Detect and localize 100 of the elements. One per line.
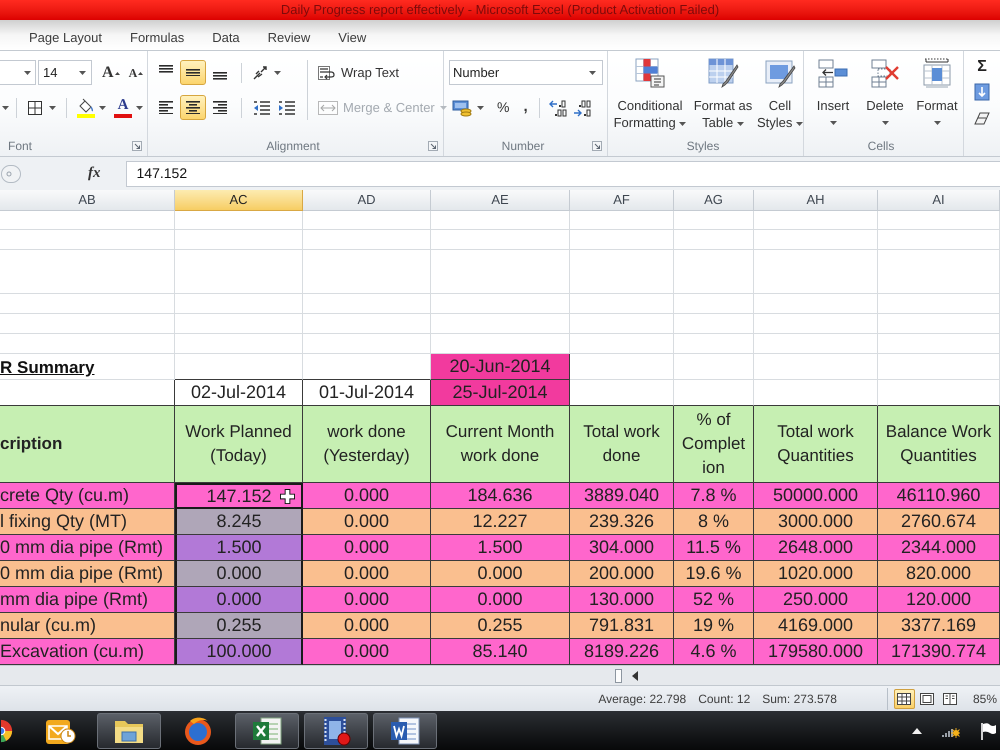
dialog-launcher-icon[interactable] [592,141,602,151]
table-cell[interactable]: crete Qty (cu.m) [0,483,175,509]
table-cell[interactable]: 46110.960 [878,483,1000,509]
table-cell[interactable]: 171390.774 [878,639,1000,665]
table-cell[interactable]: 1020.000 [754,561,878,587]
table-cell[interactable]: 200.000 [570,561,674,587]
fill-color-button[interactable] [74,96,108,120]
wrap-text-button[interactable]: Wrap Text [316,60,449,85]
table-cell[interactable]: 12.227 [431,509,570,535]
table-cell[interactable]: 0.000 [175,587,303,613]
table-cell[interactable]: 8.245 [175,509,303,535]
table-cell[interactable]: 304.000 [570,535,674,561]
table-cell[interactable]: 3377.169 [878,613,1000,639]
table-cell[interactable]: 0.000 [303,535,431,561]
align-middle-button[interactable] [180,60,206,85]
table-cell[interactable]: 0.000 [303,561,431,587]
table-cell[interactable]: 250.000 [754,587,878,613]
date-cell[interactable]: 20-Jun-2014 [431,354,570,380]
font-name-field[interactable] [0,60,36,85]
fill-button[interactable] [972,81,992,103]
table-cell[interactable]: Excavation (cu.m) [0,639,175,665]
style-gallery-button[interactable]: Conditional Formatting [610,57,690,131]
date-cell[interactable]: 25-Jul-2014 [431,380,570,406]
cells-command-button[interactable]: Delete [860,57,910,131]
cells-command-button[interactable]: Format [912,57,962,131]
table-cell[interactable]: 52 % [674,587,754,613]
table-cell[interactable]: 0.000 [175,561,303,587]
date-cell[interactable]: 01-Jul-2014 [303,380,431,406]
number-format-field[interactable]: Number [449,60,603,85]
table-cell[interactable]: 100.000 [175,639,303,665]
table-cell[interactable]: 820.000 [878,561,1000,587]
table-cell[interactable]: 4.6 % [674,639,754,665]
table-cell[interactable]: 2648.000 [754,535,878,561]
column-header[interactable]: AH [754,190,878,211]
table-cell[interactable]: 120.000 [878,587,1000,613]
table-cell[interactable]: 147.152 [175,483,303,509]
table-cell[interactable]: l fixing Qty (MT) [0,509,175,535]
formula-input-field[interactable]: 147.152 [126,160,1000,186]
table-cell[interactable]: 0.000 [431,561,570,587]
column-header[interactable]: AF [570,190,674,211]
column-header[interactable]: AI [878,190,1000,211]
ribbon-tab[interactable]: Data [198,24,254,50]
ribbon-tab[interactable]: View [324,24,380,50]
table-cell[interactable]: 239.326 [570,509,674,535]
caret-icon[interactable] [2,106,9,110]
split-handle-icon[interactable] [615,668,622,682]
table-cell[interactable]: 11.5 % [674,535,754,561]
table-cell[interactable]: 3889.040 [570,483,674,509]
table-cell[interactable]: 19 % [674,613,754,639]
table-cell[interactable]: 85.140 [431,639,570,665]
column-header[interactable]: AC [175,190,303,211]
table-cell[interactable]: 0.255 [431,613,570,639]
table-cell[interactable]: 2760.674 [878,509,1000,535]
table-cell[interactable]: 0.000 [303,509,431,535]
grow-font-button[interactable]: A [100,60,122,84]
table-cell[interactable]: 0 mm dia pipe (Rmt) [0,535,175,561]
table-cell[interactable]: 0 mm dia pipe (Rmt) [0,561,175,587]
font-color-button[interactable]: A [112,96,145,120]
taskbar-button[interactable] [373,712,437,748]
table-cell[interactable]: 0.000 [303,587,431,613]
table-cell[interactable]: 791.831 [570,613,674,639]
table-cell[interactable]: 130.000 [570,587,674,613]
table-cell[interactable]: 0.000 [303,639,431,665]
table-cell[interactable]: 0.000 [431,587,570,613]
table-cell[interactable]: 0.000 [303,483,431,509]
table-cell[interactable]: 50000.000 [754,483,878,509]
shrink-font-button[interactable]: A [126,60,146,84]
table-cell[interactable]: 0.255 [175,613,303,639]
zoom-level[interactable]: 85% [972,690,1000,708]
column-header[interactable]: AE [431,190,570,211]
column-header[interactable]: AD [303,190,431,211]
table-cell[interactable]: 0.000 [303,613,431,639]
insert-function-button[interactable]: fx [85,162,104,186]
dialog-launcher-icon[interactable] [428,141,438,151]
percent-button[interactable]: % [493,96,514,120]
ribbon-tab[interactable]: Page Layout [15,24,116,50]
table-cell[interactable]: 184.636 [431,483,570,509]
ribbon-tab[interactable]: Review [254,24,324,50]
cells-command-button[interactable]: Insert [808,57,858,131]
column-header[interactable]: AG [674,190,754,211]
show-hidden-icons-icon[interactable] [912,728,922,734]
taskbar-button[interactable] [97,712,161,748]
style-gallery-button[interactable]: Format as Table [690,57,756,131]
table-cell[interactable]: 4169.000 [754,613,878,639]
table-cell[interactable]: 179580.000 [754,639,878,665]
table-cell[interactable]: 8 % [674,509,754,535]
table-cell[interactable]: 1.500 [431,535,570,561]
column-header[interactable]: AB [0,190,175,211]
table-cell[interactable]: 8189.226 [570,639,674,665]
align-center-button[interactable] [180,95,206,120]
ribbon-tab[interactable]: Formulas [116,24,198,50]
taskbar-button[interactable] [235,712,299,748]
table-cell[interactable]: 1.500 [175,535,303,561]
table-cell[interactable]: mm dia pipe (Rmt) [0,587,175,613]
date-cell[interactable]: 02-Jul-2014 [175,380,303,406]
flag-icon[interactable] [980,722,996,740]
scroll-left-icon[interactable] [632,670,638,680]
table-cell[interactable]: 19.6 % [674,561,754,587]
dialog-launcher-icon[interactable] [132,141,142,151]
table-cell[interactable]: nular (cu.m) [0,613,175,639]
